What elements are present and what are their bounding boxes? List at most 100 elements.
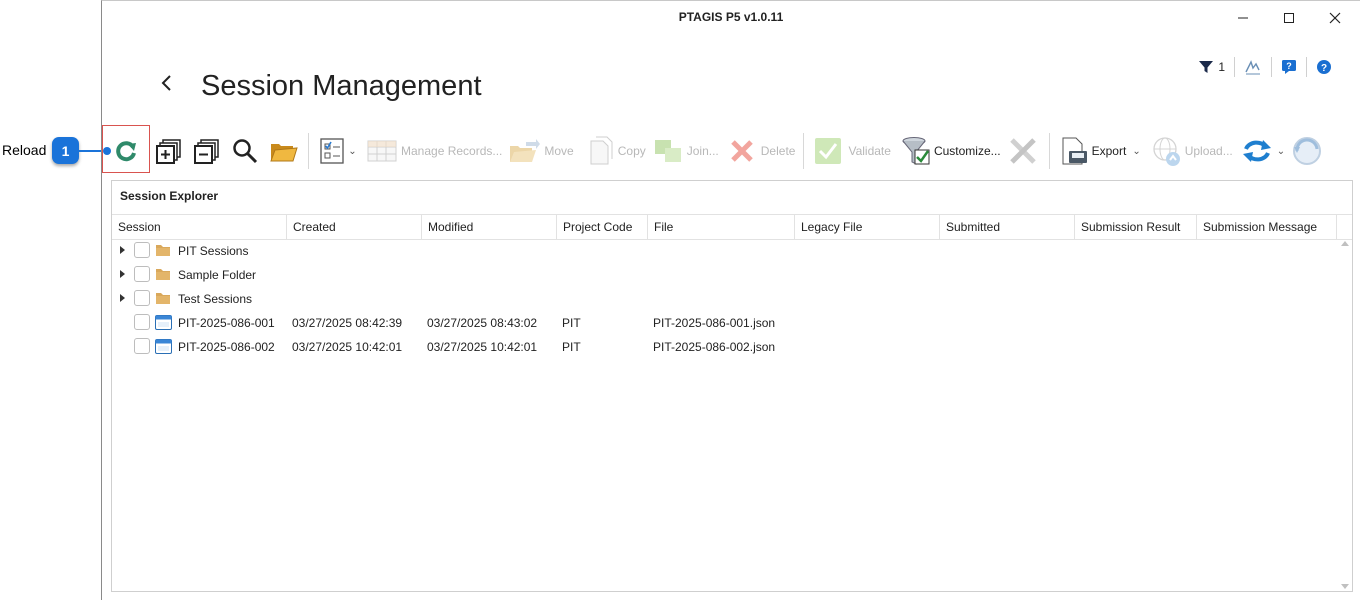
header-actions: 1 ? ? xyxy=(1198,55,1332,79)
session-name: PIT-2025-086-001 xyxy=(178,316,275,330)
row-checkbox[interactable] xyxy=(134,242,150,258)
expand-arrow-icon[interactable] xyxy=(120,270,125,278)
expand-all-button[interactable] xyxy=(150,133,188,169)
select-dropdown-button[interactable]: ⌄ xyxy=(313,133,363,169)
svg-text:?: ? xyxy=(1286,61,1292,71)
copy-button[interactable]: Copy xyxy=(588,133,646,169)
collapse-all-button[interactable] xyxy=(188,133,226,169)
toolbar-divider xyxy=(308,133,309,169)
scroll-up-icon[interactable] xyxy=(1341,241,1349,246)
scroll-down-icon[interactable] xyxy=(1341,584,1349,589)
validate-label: Validate xyxy=(848,144,891,158)
feedback-button[interactable]: ? xyxy=(1281,55,1297,79)
tree-folder-row[interactable]: Test Sessions xyxy=(112,287,1352,311)
delete-icon xyxy=(730,140,753,162)
column-header-submitted[interactable]: Submitted xyxy=(940,215,1075,239)
upload-globe-icon xyxy=(1153,137,1180,166)
divider xyxy=(1234,57,1235,77)
help-icon: ? xyxy=(1317,60,1331,74)
join-button[interactable]: Join... xyxy=(654,133,719,169)
session-project-code: PIT xyxy=(562,316,581,330)
customize-button[interactable]: Customize... xyxy=(901,133,1001,169)
sync-dropdown-button[interactable]: ⌄ xyxy=(1241,133,1285,169)
app-window: PTAGIS P5 v1.0.11 Session Management 1 ?… xyxy=(101,0,1360,600)
validate-icon xyxy=(815,138,842,164)
back-button[interactable] xyxy=(160,73,174,99)
column-header-session[interactable]: Session xyxy=(112,215,287,239)
vertical-scrollbar[interactable] xyxy=(1340,239,1352,589)
upload-label: Upload... xyxy=(1184,144,1233,158)
grid-icon xyxy=(367,140,397,162)
folder-name: Sample Folder xyxy=(178,268,257,282)
row-checkbox[interactable] xyxy=(134,314,150,330)
search-button[interactable] xyxy=(226,133,264,169)
row-checkbox[interactable] xyxy=(134,338,150,354)
session-tree: PIT Sessions Sample Folder Test Sessions… xyxy=(112,239,1352,359)
upload-button[interactable]: Upload... xyxy=(1151,133,1233,169)
session-project-code: PIT xyxy=(562,340,581,354)
filter-button[interactable]: 1 xyxy=(1198,55,1225,79)
column-header-file[interactable]: File xyxy=(648,215,795,239)
manage-records-button[interactable]: Manage Records... xyxy=(367,133,502,169)
app-title: PTAGIS P5 v1.0.11 xyxy=(678,10,784,24)
minimize-button[interactable] xyxy=(1220,5,1266,31)
signature-icon xyxy=(1245,60,1260,75)
callout-label: Reload xyxy=(2,142,47,158)
tree-folder-row[interactable]: Sample Folder xyxy=(112,263,1352,287)
export-icon xyxy=(1062,137,1087,165)
session-created: 03/27/2025 10:42:01 xyxy=(292,340,403,354)
validate-button[interactable]: Validate xyxy=(814,133,891,169)
delete-button[interactable]: Delete xyxy=(729,133,796,169)
maximize-button[interactable] xyxy=(1266,5,1312,31)
sync-icon xyxy=(1242,140,1271,162)
checklist-icon xyxy=(320,138,344,164)
row-checkbox[interactable] xyxy=(134,290,150,306)
column-header-project-code[interactable]: Project Code xyxy=(557,215,648,239)
session-window-icon xyxy=(155,339,172,354)
page-title: Session Management xyxy=(201,70,482,102)
close-button[interactable] xyxy=(1312,5,1358,31)
callout-dot xyxy=(103,147,111,155)
folder-icon xyxy=(156,245,170,256)
session-window-icon xyxy=(155,315,172,330)
search-icon xyxy=(233,139,258,164)
manage-records-label: Manage Records... xyxy=(401,144,503,158)
column-header-modified[interactable]: Modified xyxy=(422,215,557,239)
clear-button[interactable] xyxy=(1007,133,1039,169)
chevron-left-icon xyxy=(161,75,171,91)
session-explorer: Session Explorer Session Created Modifie… xyxy=(111,180,1353,592)
help-button[interactable]: ? xyxy=(1316,55,1332,79)
expand-arrow-icon[interactable] xyxy=(120,246,125,254)
callout-badge: 1 xyxy=(52,137,79,164)
chevron-down-icon: ⌄ xyxy=(1132,145,1141,157)
chevron-down-icon: ⌄ xyxy=(1276,145,1286,157)
column-header-created[interactable]: Created xyxy=(287,215,422,239)
session-modified: 03/27/2025 10:42:01 xyxy=(427,340,538,354)
svg-text:?: ? xyxy=(1321,63,1327,74)
column-header-submission-result[interactable]: Submission Result xyxy=(1075,215,1197,239)
session-row[interactable]: PIT-2025-086-002 03/27/2025 10:42:01 03/… xyxy=(112,335,1352,359)
folder-icon xyxy=(156,269,170,280)
session-created: 03/27/2025 08:42:39 xyxy=(292,316,403,330)
explorer-title: Session Explorer xyxy=(120,189,219,203)
session-row[interactable]: PIT-2025-086-001 03/27/2025 08:42:39 03/… xyxy=(112,311,1352,335)
maximize-icon xyxy=(1284,13,1294,23)
export-button[interactable]: Export ⌄ xyxy=(1060,133,1141,169)
delete-label: Delete xyxy=(760,144,796,158)
signature-button[interactable] xyxy=(1244,55,1262,79)
history-button[interactable] xyxy=(1291,133,1323,169)
move-label: Move xyxy=(544,144,574,158)
column-header-submission-message[interactable]: Submission Message xyxy=(1197,215,1337,239)
join-label: Join... xyxy=(686,144,719,158)
folder-name: Test Sessions xyxy=(178,292,253,306)
session-file: PIT-2025-086-001.json xyxy=(653,316,776,330)
open-folder-button[interactable] xyxy=(264,133,304,169)
row-checkbox[interactable] xyxy=(134,266,150,282)
close-icon xyxy=(1329,12,1341,24)
column-header-legacy-file[interactable]: Legacy File xyxy=(795,215,940,239)
move-button[interactable]: Move xyxy=(508,133,574,169)
expand-arrow-icon[interactable] xyxy=(120,294,125,302)
export-label: Export xyxy=(1091,144,1127,158)
annotation-panel: Reload 1 xyxy=(0,0,106,600)
tree-folder-row[interactable]: PIT Sessions xyxy=(112,239,1352,263)
